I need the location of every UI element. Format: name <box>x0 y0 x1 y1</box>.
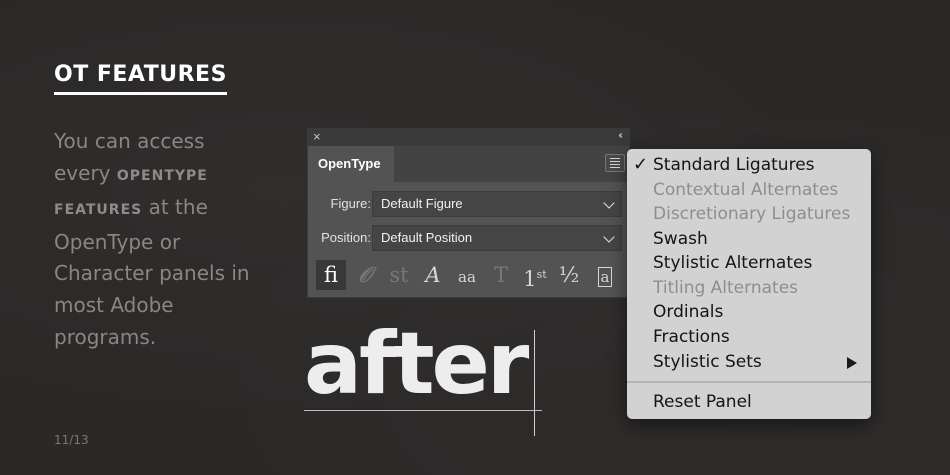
body-strong-opentype: OPENTYPE <box>116 167 208 184</box>
menu-item-fractions[interactable]: Fractions <box>627 325 871 349</box>
checkmark-icon: ✓ <box>633 154 649 175</box>
chevron-down-icon <box>603 197 615 209</box>
menu-divider <box>627 381 871 383</box>
opentype-menu: ✓ Standard Ligatures Contextual Alternat… <box>627 149 871 419</box>
submenu-arrow-icon <box>847 357 857 369</box>
ligature-icon[interactable]: ﬁ <box>316 260 346 290</box>
menu-item-ordinals[interactable]: Ordinals <box>627 300 871 324</box>
ordinals-icon[interactable]: 1st <box>520 260 550 291</box>
chevron-down-icon <box>603 231 615 243</box>
menu-item-label: Reset Panel <box>653 392 752 412</box>
menu-item-standard-ligatures[interactable]: ✓ Standard Ligatures <box>627 153 871 177</box>
menu-item-label: Ordinals <box>653 302 724 322</box>
collapse-icon[interactable]: ‹‹ <box>618 130 622 141</box>
titling-alternates-icon[interactable]: T <box>486 260 516 290</box>
menu-item-label: Fractions <box>653 327 730 347</box>
baseline-guide <box>304 410 542 411</box>
panel-tab-row: OpenType <box>308 146 629 182</box>
tab-opentype[interactable]: OpenType <box>308 146 394 182</box>
menu-item-label: Contextual Alternates <box>653 180 839 200</box>
position-select-value: Default Position <box>381 230 473 245</box>
menu-item-titling-alternates: Titling Alternates <box>627 276 871 300</box>
position-select[interactable]: Default Position <box>372 225 622 251</box>
sample-word: after <box>304 314 529 414</box>
menu-item-stylistic-sets[interactable]: Stylistic Sets <box>627 350 871 374</box>
menu-item-reset-panel[interactable]: Reset Panel <box>627 390 871 414</box>
stylistic-alternates-icon[interactable]: aa <box>452 260 482 290</box>
close-icon[interactable]: × <box>313 129 321 144</box>
menu-item-discretionary-ligatures: Discretionary Ligatures <box>627 202 871 226</box>
menu-item-label: Stylistic Alternates <box>653 253 813 273</box>
opentype-panel: × ‹‹ OpenType Figure: Default Figure Pos… <box>307 128 630 298</box>
menu-item-swash[interactable]: Swash <box>627 227 871 251</box>
figure-select-value: Default Figure <box>381 196 463 211</box>
swash-icon[interactable]: A <box>418 260 448 290</box>
body-strong-features: FEATURES <box>54 202 143 219</box>
figure-row: Figure: Default Figure <box>308 191 629 217</box>
fractions-icon[interactable]: ½ <box>554 260 584 290</box>
menu-item-label: Stylistic Sets <box>653 352 762 372</box>
stylistic-sets-icon[interactable]: a <box>590 260 620 290</box>
slide-body-text: You can access every OPENTYPE FEATURES a… <box>54 126 254 353</box>
body-text-part-2: at the OpenType or Character panels in m… <box>54 195 250 349</box>
menu-item-label: Swash <box>653 229 708 249</box>
contextual-alternates-icon[interactable]: 𝒪 <box>350 260 380 290</box>
slide-heading: OT FEATURES <box>54 62 227 95</box>
discretionary-ligature-icon[interactable]: st <box>384 260 414 290</box>
figure-select[interactable]: Default Figure <box>372 191 622 217</box>
opentype-feature-icons: ﬁ 𝒪 st A aa T 1st ½ a <box>316 260 626 291</box>
panel-menu-icon[interactable] <box>605 154 625 172</box>
position-label: Position: <box>321 230 371 245</box>
figure-label: Figure: <box>330 196 371 211</box>
position-row: Position: Default Position <box>308 225 629 251</box>
panel-titlebar: × ‹‹ <box>308 129 629 146</box>
menu-item-label: Discretionary Ligatures <box>653 204 851 224</box>
text-cursor <box>534 330 535 436</box>
page-number: 11/13 <box>54 433 89 447</box>
menu-item-label: Titling Alternates <box>653 278 799 298</box>
menu-item-contextual-alternates: Contextual Alternates <box>627 178 871 202</box>
menu-item-stylistic-alternates[interactable]: Stylistic Alternates <box>627 251 871 275</box>
menu-item-label: Standard Ligatures <box>653 155 815 175</box>
